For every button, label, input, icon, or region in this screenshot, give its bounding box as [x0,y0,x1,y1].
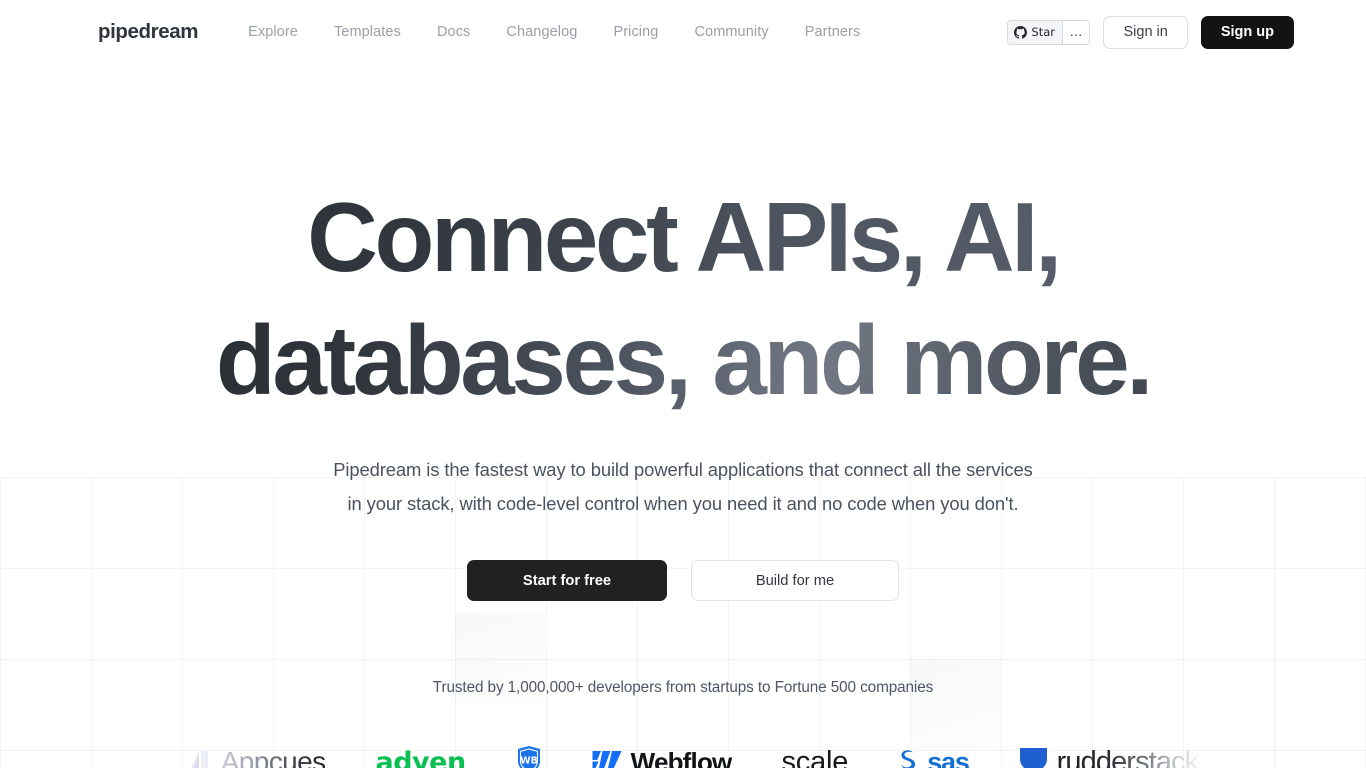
page-root: pipedream Explore Templates Docs Changel… [0,0,1366,768]
hero-subheading: Pipedream is the fastest way to build po… [0,453,1366,521]
logo-warner-bros: WB [516,740,542,768]
github-star-count[interactable]: ... [1062,20,1090,44]
rudderstack-mark-icon [1019,746,1048,768]
sign-up-button[interactable]: Sign up [1200,15,1294,49]
headline-line-1: Connect APIs, AI, [0,176,1366,299]
subheading-line-2: in your stack, with code-level control w… [347,493,1019,514]
github-star-label: Star [1031,25,1056,39]
appcues-mark-icon [186,747,212,768]
nav-item-community[interactable]: Community [694,24,768,40]
rudderstack-wordmark: rudderstack [1057,746,1200,768]
github-star-button[interactable]: Star [1008,20,1063,44]
page-title: Connect APIs, AI, databases, and more. [0,176,1366,421]
appcues-wordmark: Appcues [221,746,326,768]
nav-item-templates[interactable]: Templates [334,24,401,40]
github-cat-icon [1014,25,1028,39]
trusted-by-text: Trusted by 1,000,000+ developers from st… [432,679,934,696]
top-navigation-bar: pipedream Explore Templates Docs Changel… [0,0,1366,64]
logo-sas: sas [898,740,970,768]
nav-links-list: Explore Templates Docs Changelog Pricing… [248,24,860,40]
logo-appcues: Appcues [186,740,326,768]
github-star-widget: Star ... [1007,19,1091,45]
logo-scale: scale [781,740,848,768]
pipedream-logo[interactable]: pipedream [98,20,198,44]
social-proof-section: Trusted by 1,000,000+ developers from st… [0,679,1366,768]
logo-rudderstack: rudderstack [1019,740,1199,768]
logo-adyen: adyen [375,740,466,768]
adyen-wordmark: adyen [375,746,466,768]
customer-logo-strip: Appcues adyen WB Webflow scale sas rudde… [0,737,1366,768]
nav-right-actions: Star ... Sign in Sign up [1007,15,1294,49]
headline-line-2: databases, and more. [0,299,1366,422]
hero-section: Connect APIs, AI, databases, and more. P… [0,64,1366,601]
nav-item-changelog[interactable]: Changelog [506,24,577,40]
subheading-line-1: Pipedream is the fastest way to build po… [333,459,1033,480]
start-for-free-button[interactable]: Start for free [467,560,667,601]
hero-cta-row: Start for free Build for me [0,560,1366,601]
scale-wordmark: scale [781,745,849,768]
build-for-me-button[interactable]: Build for me [691,560,899,601]
nav-item-docs[interactable]: Docs [437,24,470,40]
logo-webflow: Webflow [592,740,732,768]
sas-wordmark: sas [927,746,970,768]
sas-mark-icon [898,748,918,768]
svg-text:WB: WB [520,755,538,766]
nav-item-pricing[interactable]: Pricing [613,24,658,40]
nav-item-partners[interactable]: Partners [805,24,861,40]
sign-in-button[interactable]: Sign in [1103,15,1188,49]
webflow-mark-icon [592,749,622,768]
warner-bros-shield-icon: WB [516,745,542,768]
nav-item-explore[interactable]: Explore [248,24,298,40]
webflow-wordmark: Webflow [630,746,733,768]
